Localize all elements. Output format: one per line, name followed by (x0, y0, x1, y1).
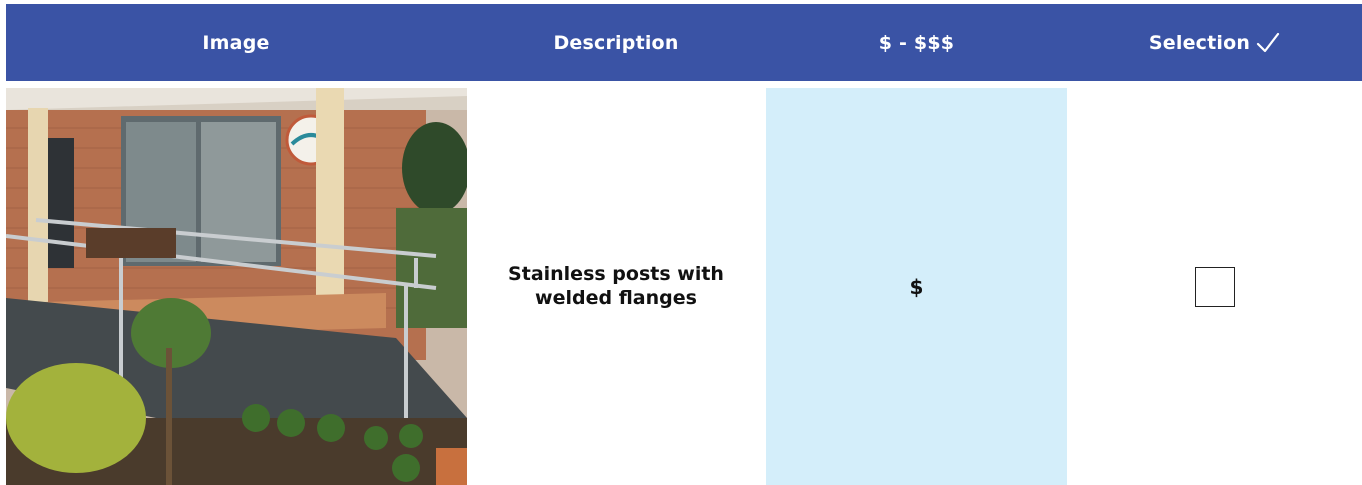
porch-ramp-photo (6, 88, 467, 485)
header-description: Description (553, 31, 679, 54)
product-photo (6, 88, 467, 485)
row-description: Stainless posts with welded flanges (508, 262, 724, 309)
row-cost: $ (766, 88, 1067, 485)
header-cost: $ - $$$ (878, 31, 955, 54)
header-selection-label: Selection (1148, 31, 1251, 54)
check-mark-icon (1257, 32, 1280, 52)
selection-checkbox[interactable] (1194, 266, 1235, 307)
header-selection: Selection (1067, 4, 1362, 81)
row-selection-cell (1067, 88, 1362, 485)
table-header: Image Description $ - $$$ Selection (6, 4, 1362, 81)
header-image: Image (202, 31, 270, 54)
table-row: Stainless posts with welded flanges $ (6, 88, 1362, 485)
